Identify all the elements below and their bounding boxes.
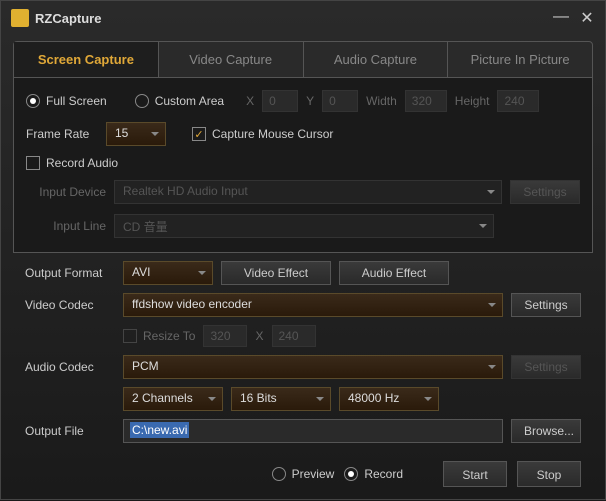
app-icon xyxy=(11,9,29,27)
app-window: RZCapture — ✕ Screen Capture Video Captu… xyxy=(0,0,606,500)
output-file-label: Output File xyxy=(25,424,115,438)
tab-video-capture[interactable]: Video Capture xyxy=(159,42,304,77)
frame-rate-label: Frame Rate xyxy=(26,127,98,141)
height-input[interactable] xyxy=(497,90,539,112)
radio-label: Preview xyxy=(292,467,335,481)
checkbox-icon xyxy=(26,156,40,170)
radio-custom-area[interactable]: Custom Area xyxy=(135,94,224,108)
resize-label: Resize To xyxy=(143,329,195,343)
video-codec-select[interactable]: ffdshow video encoder xyxy=(123,293,503,317)
radio-icon xyxy=(135,94,149,108)
video-effect-button[interactable]: Video Effect xyxy=(221,261,331,285)
hz-select[interactable]: 48000 Hz xyxy=(339,387,439,411)
width-input[interactable] xyxy=(405,90,447,112)
screen-capture-panel: Full Screen Custom Area X Y Width Height… xyxy=(13,78,593,253)
frame-rate-select[interactable]: 15 xyxy=(106,122,166,146)
resize-checkbox[interactable]: Resize To xyxy=(123,329,195,343)
output-format-select[interactable]: AVI xyxy=(123,261,213,285)
checkbox-label: Capture Mouse Cursor xyxy=(212,127,333,141)
stop-button[interactable]: Stop xyxy=(517,461,581,487)
audio-effect-button[interactable]: Audio Effect xyxy=(339,261,449,285)
checkbox-icon xyxy=(123,329,137,343)
x-input[interactable] xyxy=(262,90,298,112)
checkbox-label: Record Audio xyxy=(46,156,118,170)
video-codec-label: Video Codec xyxy=(25,298,115,312)
input-line-label: Input Line xyxy=(26,219,106,233)
radio-icon xyxy=(272,467,286,481)
x-label: X xyxy=(246,94,254,108)
y-input[interactable] xyxy=(322,90,358,112)
input-device-label: Input Device xyxy=(26,185,106,199)
channels-select[interactable]: 2 Channels xyxy=(123,387,223,411)
input-device-settings-button: Settings xyxy=(510,180,580,204)
resize-x-label: X xyxy=(255,329,263,343)
width-label: Width xyxy=(366,94,397,108)
resize-height-input[interactable] xyxy=(272,325,316,347)
radio-preview[interactable]: Preview xyxy=(272,467,335,481)
mouse-cursor-checkbox[interactable]: ✓ Capture Mouse Cursor xyxy=(192,127,333,141)
audio-codec-settings-button: Settings xyxy=(511,355,581,379)
video-codec-settings-button[interactable]: Settings xyxy=(511,293,581,317)
input-line-select: CD 音量 xyxy=(114,214,494,238)
tab-audio-capture[interactable]: Audio Capture xyxy=(304,42,449,77)
app-title: RZCapture xyxy=(35,11,553,26)
titlebar: RZCapture — ✕ xyxy=(1,1,605,35)
output-file-input[interactable]: C:\new.avi xyxy=(123,419,503,443)
bits-select[interactable]: 16 Bits xyxy=(231,387,331,411)
radio-icon xyxy=(26,94,40,108)
tab-screen-capture[interactable]: Screen Capture xyxy=(14,42,159,77)
output-format-label: Output Format xyxy=(25,266,115,280)
minimize-button[interactable]: — xyxy=(553,8,569,28)
height-label: Height xyxy=(455,94,490,108)
radio-full-screen[interactable]: Full Screen xyxy=(26,94,107,108)
radio-icon xyxy=(344,467,358,481)
radio-label: Custom Area xyxy=(155,94,224,108)
tabs: Screen Capture Video Capture Audio Captu… xyxy=(13,41,593,78)
audio-codec-label: Audio Codec xyxy=(25,360,115,374)
browse-button[interactable]: Browse... xyxy=(511,419,581,443)
radio-record[interactable]: Record xyxy=(344,467,403,481)
y-label: Y xyxy=(306,94,314,108)
record-audio-checkbox[interactable]: Record Audio xyxy=(26,156,118,170)
audio-codec-select[interactable]: PCM xyxy=(123,355,503,379)
checkbox-icon: ✓ xyxy=(192,127,206,141)
radio-label: Full Screen xyxy=(46,94,107,108)
resize-width-input[interactable] xyxy=(203,325,247,347)
start-button[interactable]: Start xyxy=(443,461,507,487)
close-button[interactable]: ✕ xyxy=(579,8,595,28)
input-device-select: Realtek HD Audio Input xyxy=(114,180,502,204)
radio-label: Record xyxy=(364,467,403,481)
tab-picture-in-picture[interactable]: Picture In Picture xyxy=(448,42,592,77)
